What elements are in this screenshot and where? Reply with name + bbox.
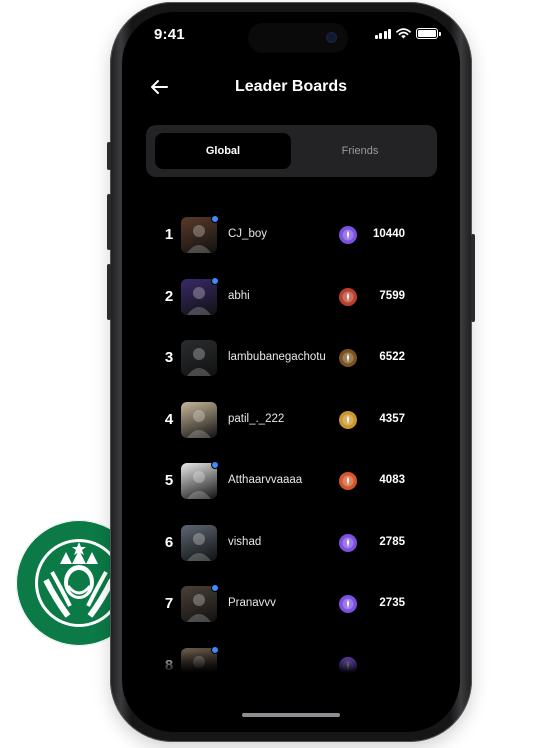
avatar[interactable] <box>181 586 217 622</box>
score: 2735 <box>379 597 405 609</box>
online-status-dot <box>211 215 219 223</box>
username[interactable]: vishad <box>228 536 261 548</box>
mute-switch <box>107 142 111 170</box>
avatar[interactable] <box>181 340 217 376</box>
leaderboard-row[interactable]: 6 vishad 2785 <box>122 523 460 563</box>
leaderboard-row[interactable]: 1 CJ_boy 10440 <box>122 215 460 255</box>
tab-global[interactable]: Global <box>155 133 291 169</box>
avatar[interactable] <box>181 401 217 438</box>
username[interactable]: lambubanegachotu <box>228 351 326 363</box>
volume-up-button <box>107 194 111 250</box>
leaderboard-row[interactable]: 3 lambubanegachotu 6522 <box>122 338 460 378</box>
red-tier-badge-icon <box>338 287 358 307</box>
home-indicator <box>242 713 340 717</box>
username[interactable]: CJ_boy <box>228 228 267 240</box>
username[interactable]: abhi <box>228 290 250 302</box>
header: Leader Boards <box>122 74 460 104</box>
score: 4357 <box>379 412 405 425</box>
gold-tier-badge-icon <box>338 410 358 430</box>
tab-friends[interactable]: Friends <box>292 133 428 169</box>
online-status-dot <box>211 461 219 469</box>
volume-down-button <box>107 264 111 320</box>
username[interactable]: patil_._222 <box>228 413 284 425</box>
page-title: Leader Boards <box>234 78 348 95</box>
rank-number: 4 <box>164 410 174 428</box>
score: 10440 <box>373 228 405 240</box>
rank-number: 3 <box>164 349 174 366</box>
username[interactable]: Atthaarvvaaaa <box>228 474 302 486</box>
screen: 9:41 Leader Boards Global Friends 1 CJ_b… <box>122 12 460 732</box>
rank-number: 2 <box>164 287 174 305</box>
username[interactable]: Pranavvv <box>228 597 276 609</box>
rank-number: 6 <box>164 533 174 551</box>
cellular-signal-icon <box>374 28 391 39</box>
avatar[interactable] <box>181 524 217 561</box>
wifi-icon <box>396 28 411 39</box>
phone-frame: 9:41 Leader Boards Global Friends 1 CJ_b… <box>107 2 475 742</box>
rank-number: 1 <box>164 226 174 243</box>
purple-tier-badge-icon <box>338 225 358 245</box>
leaderboard-tabs: Global Friends <box>146 125 437 177</box>
avatar[interactable] <box>181 217 217 253</box>
score: 6522 <box>379 351 405 363</box>
status-time: 9:41 <box>154 26 185 43</box>
purple-tier-badge-icon <box>338 594 358 614</box>
dynamic-island <box>248 23 348 53</box>
online-status-dot <box>211 276 219 285</box>
status-icons <box>374 28 441 39</box>
orange-tier-badge-icon <box>338 471 358 491</box>
list-fade <box>122 651 460 673</box>
bronze-tier-badge-icon <box>338 348 358 368</box>
rank-number: 5 <box>164 472 174 489</box>
leaderboard-row[interactable]: 2 abhi 7599 <box>122 276 460 317</box>
score: 7599 <box>379 289 405 302</box>
score: 4083 <box>379 474 405 486</box>
online-status-dot <box>211 584 219 592</box>
avatar[interactable] <box>181 463 217 499</box>
camera-icon <box>327 33 336 42</box>
battery-icon <box>416 28 441 39</box>
leaderboard-row[interactable]: 7 Pranavvv 2735 <box>122 584 460 624</box>
rank-number: 7 <box>164 595 174 612</box>
leaderboard-list: 1 CJ_boy 10440 2 abhi 7599 3 lambubanegachotu 65… <box>122 207 460 673</box>
leaderboard-row[interactable]: 4 patil_._222 4357 <box>122 400 460 440</box>
status-bar: 9:41 <box>122 12 460 62</box>
power-button <box>471 234 475 322</box>
leaderboard-row[interactable]: 5 Atthaarvvaaaa 4083 <box>122 461 460 501</box>
purple-tier-badge-icon <box>338 533 358 553</box>
score: 2785 <box>379 535 405 548</box>
